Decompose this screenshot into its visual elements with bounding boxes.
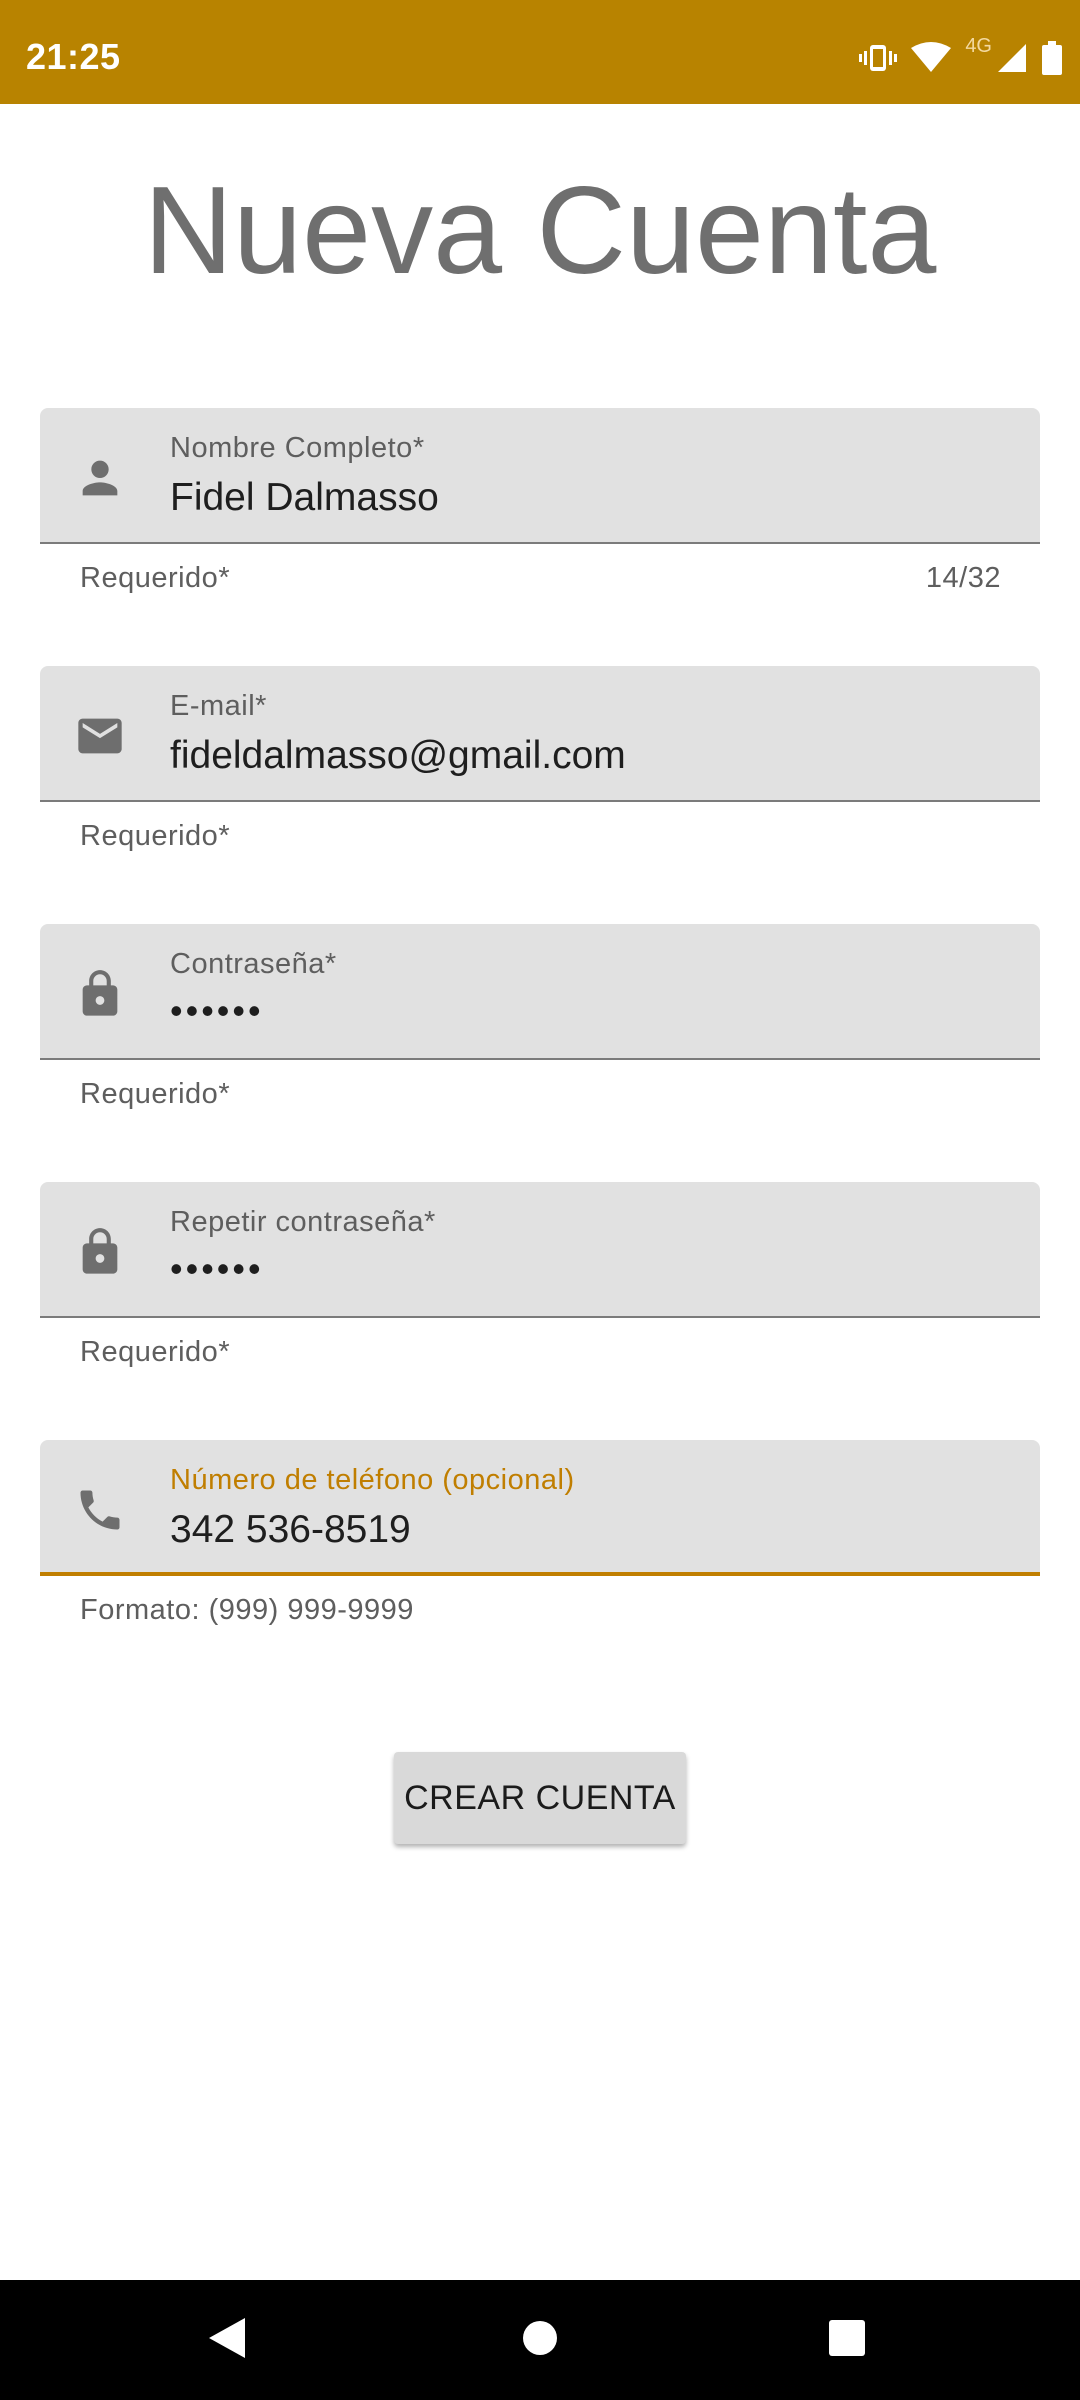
email-helper: Requerido* <box>80 820 231 852</box>
back-button[interactable] <box>167 2280 287 2400</box>
email-field[interactable]: E-mail* fideldalmasso@gmail.com <box>40 666 1040 802</box>
email-label: E-mail* <box>170 690 267 722</box>
battery-icon <box>1042 41 1062 75</box>
password-field[interactable]: Contraseña* •••••• <box>40 924 1040 1060</box>
page-title: Nueva Cuenta <box>143 162 937 300</box>
navigation-bar <box>0 2280 1080 2400</box>
vibrate-icon <box>859 43 898 73</box>
person-icon <box>74 452 126 504</box>
repeat-password-field[interactable]: Repetir contraseña* •••••• <box>40 1182 1040 1318</box>
recents-button[interactable] <box>787 2280 907 2400</box>
password-helper: Requerido* <box>80 1078 231 1110</box>
home-button[interactable] <box>480 2280 600 2400</box>
back-icon <box>207 2316 247 2365</box>
home-icon <box>521 2319 559 2362</box>
status-bar: 21:25 4G <box>0 0 1080 104</box>
phone-field[interactable]: Número de teléfono (opcional) 342 536-85… <box>40 1440 1040 1576</box>
phone-icon <box>74 1484 126 1536</box>
lock-icon <box>74 1226 126 1278</box>
recents-icon <box>828 2319 866 2362</box>
create-account-button[interactable]: CREAR CUENTA <box>394 1752 686 1844</box>
full-name-label: Nombre Completo* <box>170 432 425 464</box>
status-icons: 4G <box>859 34 1062 78</box>
wifi-icon <box>911 42 952 74</box>
lock-icon <box>74 968 126 1020</box>
repeat-password-input[interactable]: •••••• <box>170 1248 264 1290</box>
repeat-password-helper: Requerido* <box>80 1336 231 1368</box>
phone-label: Número de teléfono (opcional) <box>170 1464 575 1496</box>
email-icon <box>74 710 126 762</box>
status-time: 21:25 <box>26 36 121 77</box>
full-name-helper: Requerido* <box>80 562 231 594</box>
full-name-input[interactable]: Fidel Dalmasso <box>170 476 439 520</box>
network-type-label: 4G <box>965 34 992 57</box>
password-label: Contraseña* <box>170 948 337 980</box>
email-input[interactable]: fideldalmasso@gmail.com <box>170 734 626 778</box>
phone-helper: Formato: (999) 999-9999 <box>80 1594 414 1626</box>
password-input[interactable]: •••••• <box>170 990 264 1032</box>
full-name-counter: 14/32 <box>925 562 1001 594</box>
full-name-field[interactable]: Nombre Completo* Fidel Dalmasso <box>40 408 1040 544</box>
repeat-password-label: Repetir contraseña* <box>170 1206 436 1238</box>
cell-signal-icon <box>996 42 1028 74</box>
phone-input[interactable]: 342 536-8519 <box>170 1508 411 1552</box>
